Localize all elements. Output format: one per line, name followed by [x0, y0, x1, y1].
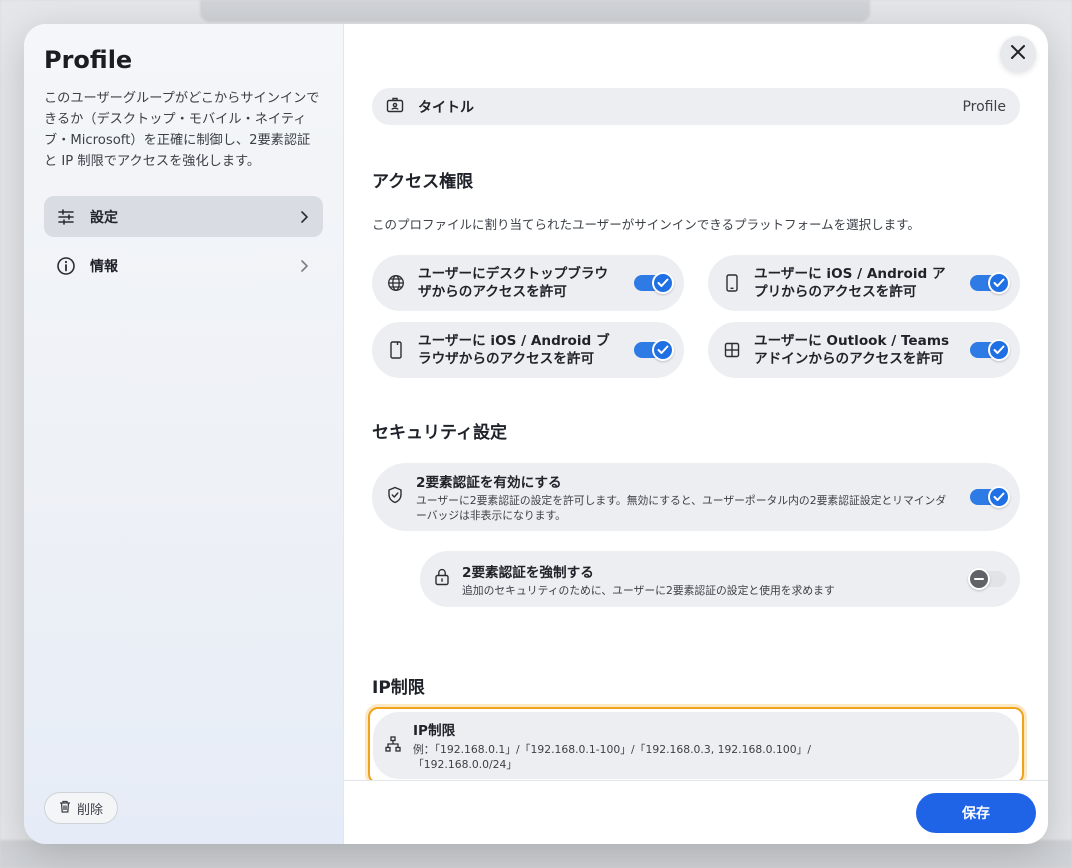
ip-restriction-example: 例：「192.168.0.1」/「192.168.0.1-100」/「192.1…: [413, 743, 811, 771]
access-mobile-app-toggle[interactable]: [970, 272, 1010, 294]
access-addin-toggle[interactable]: [970, 339, 1010, 361]
access-option-label: ユーザーに iOS / Android ブラウザからのアクセスを許可: [418, 333, 610, 367]
minus-icon: [968, 568, 990, 590]
id-card-icon: [386, 97, 404, 117]
sidebar-item-settings[interactable]: 設定: [44, 196, 323, 237]
access-mobile-browser-toggle[interactable]: [634, 339, 674, 361]
delete-label: 削除: [77, 801, 104, 817]
tablet-icon: [386, 340, 406, 360]
modal-main: タイトル Profile アクセス権限 このプロファイルに割り当てられたユーザー…: [344, 24, 1048, 844]
check-icon: [988, 272, 1010, 294]
check-icon: [988, 486, 1010, 508]
access-option-addin[interactable]: ユーザーに Outlook / Teams アドインからのアクセスを許可: [708, 322, 1020, 378]
sidebar-item-label: 設定: [90, 209, 118, 226]
lock-icon: [434, 568, 450, 590]
security-section-title: セキュリティ設定: [372, 423, 507, 443]
two-factor-toggle[interactable]: [970, 486, 1010, 508]
settings-content: タイトル Profile アクセス権限 このプロファイルに割り当てられたユーザー…: [372, 88, 1020, 698]
two-factor-title: 2要素認証を有効にする: [416, 475, 562, 491]
check-icon: [652, 339, 674, 361]
modal-footer: 保存: [344, 780, 1048, 844]
ip-restriction-inner: IP制限 例：「192.168.0.1」/「192.168.0.1-100」/「…: [373, 712, 1019, 779]
sidebar-item-info[interactable]: 情報: [44, 245, 323, 286]
ip-restriction-title: IP制限: [413, 723, 456, 739]
check-icon: [652, 272, 674, 294]
ip-section-title: IP制限: [372, 678, 425, 698]
background-bottom-bar: [0, 840, 1072, 868]
info-icon: [56, 256, 76, 276]
network-icon: [385, 735, 401, 756]
title-field[interactable]: タイトル Profile: [372, 88, 1020, 125]
sidebar-nav: 設定 情報: [44, 196, 323, 286]
two-factor-card[interactable]: 2要素認証を有効にする ユーザーに2要素認証の設定を許可します。無効にすると、ユ…: [372, 463, 1020, 531]
modal-sidebar: Profile このユーザーグループがどこからサインインできるか（デスクトップ・…: [24, 24, 344, 844]
access-option-label: ユーザーに Outlook / Teams アドインからのアクセスを許可: [754, 333, 950, 367]
access-option-mobile-browser[interactable]: ユーザーに iOS / Android ブラウザからのアクセスを許可: [372, 322, 684, 378]
access-option-desktop-browser[interactable]: ユーザーにデスクトップブラウ ザからのアクセスを許可: [372, 255, 684, 311]
close-icon: [1010, 44, 1026, 64]
title-field-label: タイトル: [418, 99, 474, 116]
access-options: ユーザーにデスクトップブラウ ザからのアクセスを許可 ユーザーに iOS / An…: [372, 255, 1020, 378]
sidebar-description: このユーザーグループがどこからサインインできるか（デスクトップ・モバイル・ネイテ…: [44, 91, 320, 169]
ip-restriction-text: IP制限 例：「192.168.0.1」/「192.168.0.1-100」/「…: [413, 719, 811, 772]
sidebar-title: Profile: [44, 46, 133, 74]
access-section-title: アクセス権限: [372, 172, 474, 192]
access-section-description: このプロファイルに割り当てられたユーザーがサインインできるプラットフォームを選択…: [372, 217, 920, 232]
check-icon: [988, 339, 1010, 361]
title-field-value: Profile: [962, 98, 1006, 115]
chevron-right-icon: [297, 210, 311, 224]
sidebar-item-label: 情報: [90, 258, 118, 275]
enforce-two-factor-toggle[interactable]: [968, 568, 1006, 590]
save-button[interactable]: 保存: [916, 793, 1036, 833]
phone-icon: [722, 273, 742, 293]
delete-button[interactable]: 削除: [44, 792, 119, 824]
profile-modal: Profile このユーザーグループがどこからサインインできるか（デスクトップ・…: [24, 24, 1048, 844]
chevron-right-icon: [297, 259, 311, 273]
access-option-label: ユーザーに iOS / Android アプリからのアクセスを許可: [754, 266, 946, 300]
enforce-two-factor-card[interactable]: 2要素認証を強制する 追加のセキュリティのために、ユーザーに2要素認証の設定と使…: [420, 551, 1020, 607]
close-button[interactable]: [1000, 36, 1036, 72]
trash-icon: [59, 800, 71, 816]
background-topbar: [200, 0, 870, 22]
two-factor-description: ユーザーに2要素認証の設定を許可します。無効にすると、ユーザーポータル内の2要素…: [416, 494, 947, 522]
shield-icon: [386, 486, 404, 508]
sliders-icon: [56, 207, 76, 227]
access-option-label: ユーザーにデスクトップブラウ ザからのアクセスを許可: [418, 266, 609, 300]
enforce-two-factor-title: 2要素認証を強制する: [462, 564, 594, 581]
access-desktop-toggle[interactable]: [634, 272, 674, 294]
enforce-two-factor-description: 追加のセキュリティのために、ユーザーに2要素認証の設定と使用を求めます: [462, 583, 835, 597]
enforce-two-factor-text: 2要素認証を強制する 追加のセキュリティのために、ユーザーに2要素認証の設定と使…: [462, 561, 970, 598]
globe-icon: [386, 273, 406, 293]
ip-restriction-card[interactable]: IP制限 例：「192.168.0.1」/「192.168.0.1-100」/「…: [368, 707, 1024, 784]
two-factor-text: 2要素認証を有効にする ユーザーに2要素認証の設定を許可します。無効にすると、ユ…: [416, 471, 956, 523]
grid-icon: [722, 340, 742, 360]
access-option-mobile-app[interactable]: ユーザーに iOS / Android アプリからのアクセスを許可: [708, 255, 1020, 311]
